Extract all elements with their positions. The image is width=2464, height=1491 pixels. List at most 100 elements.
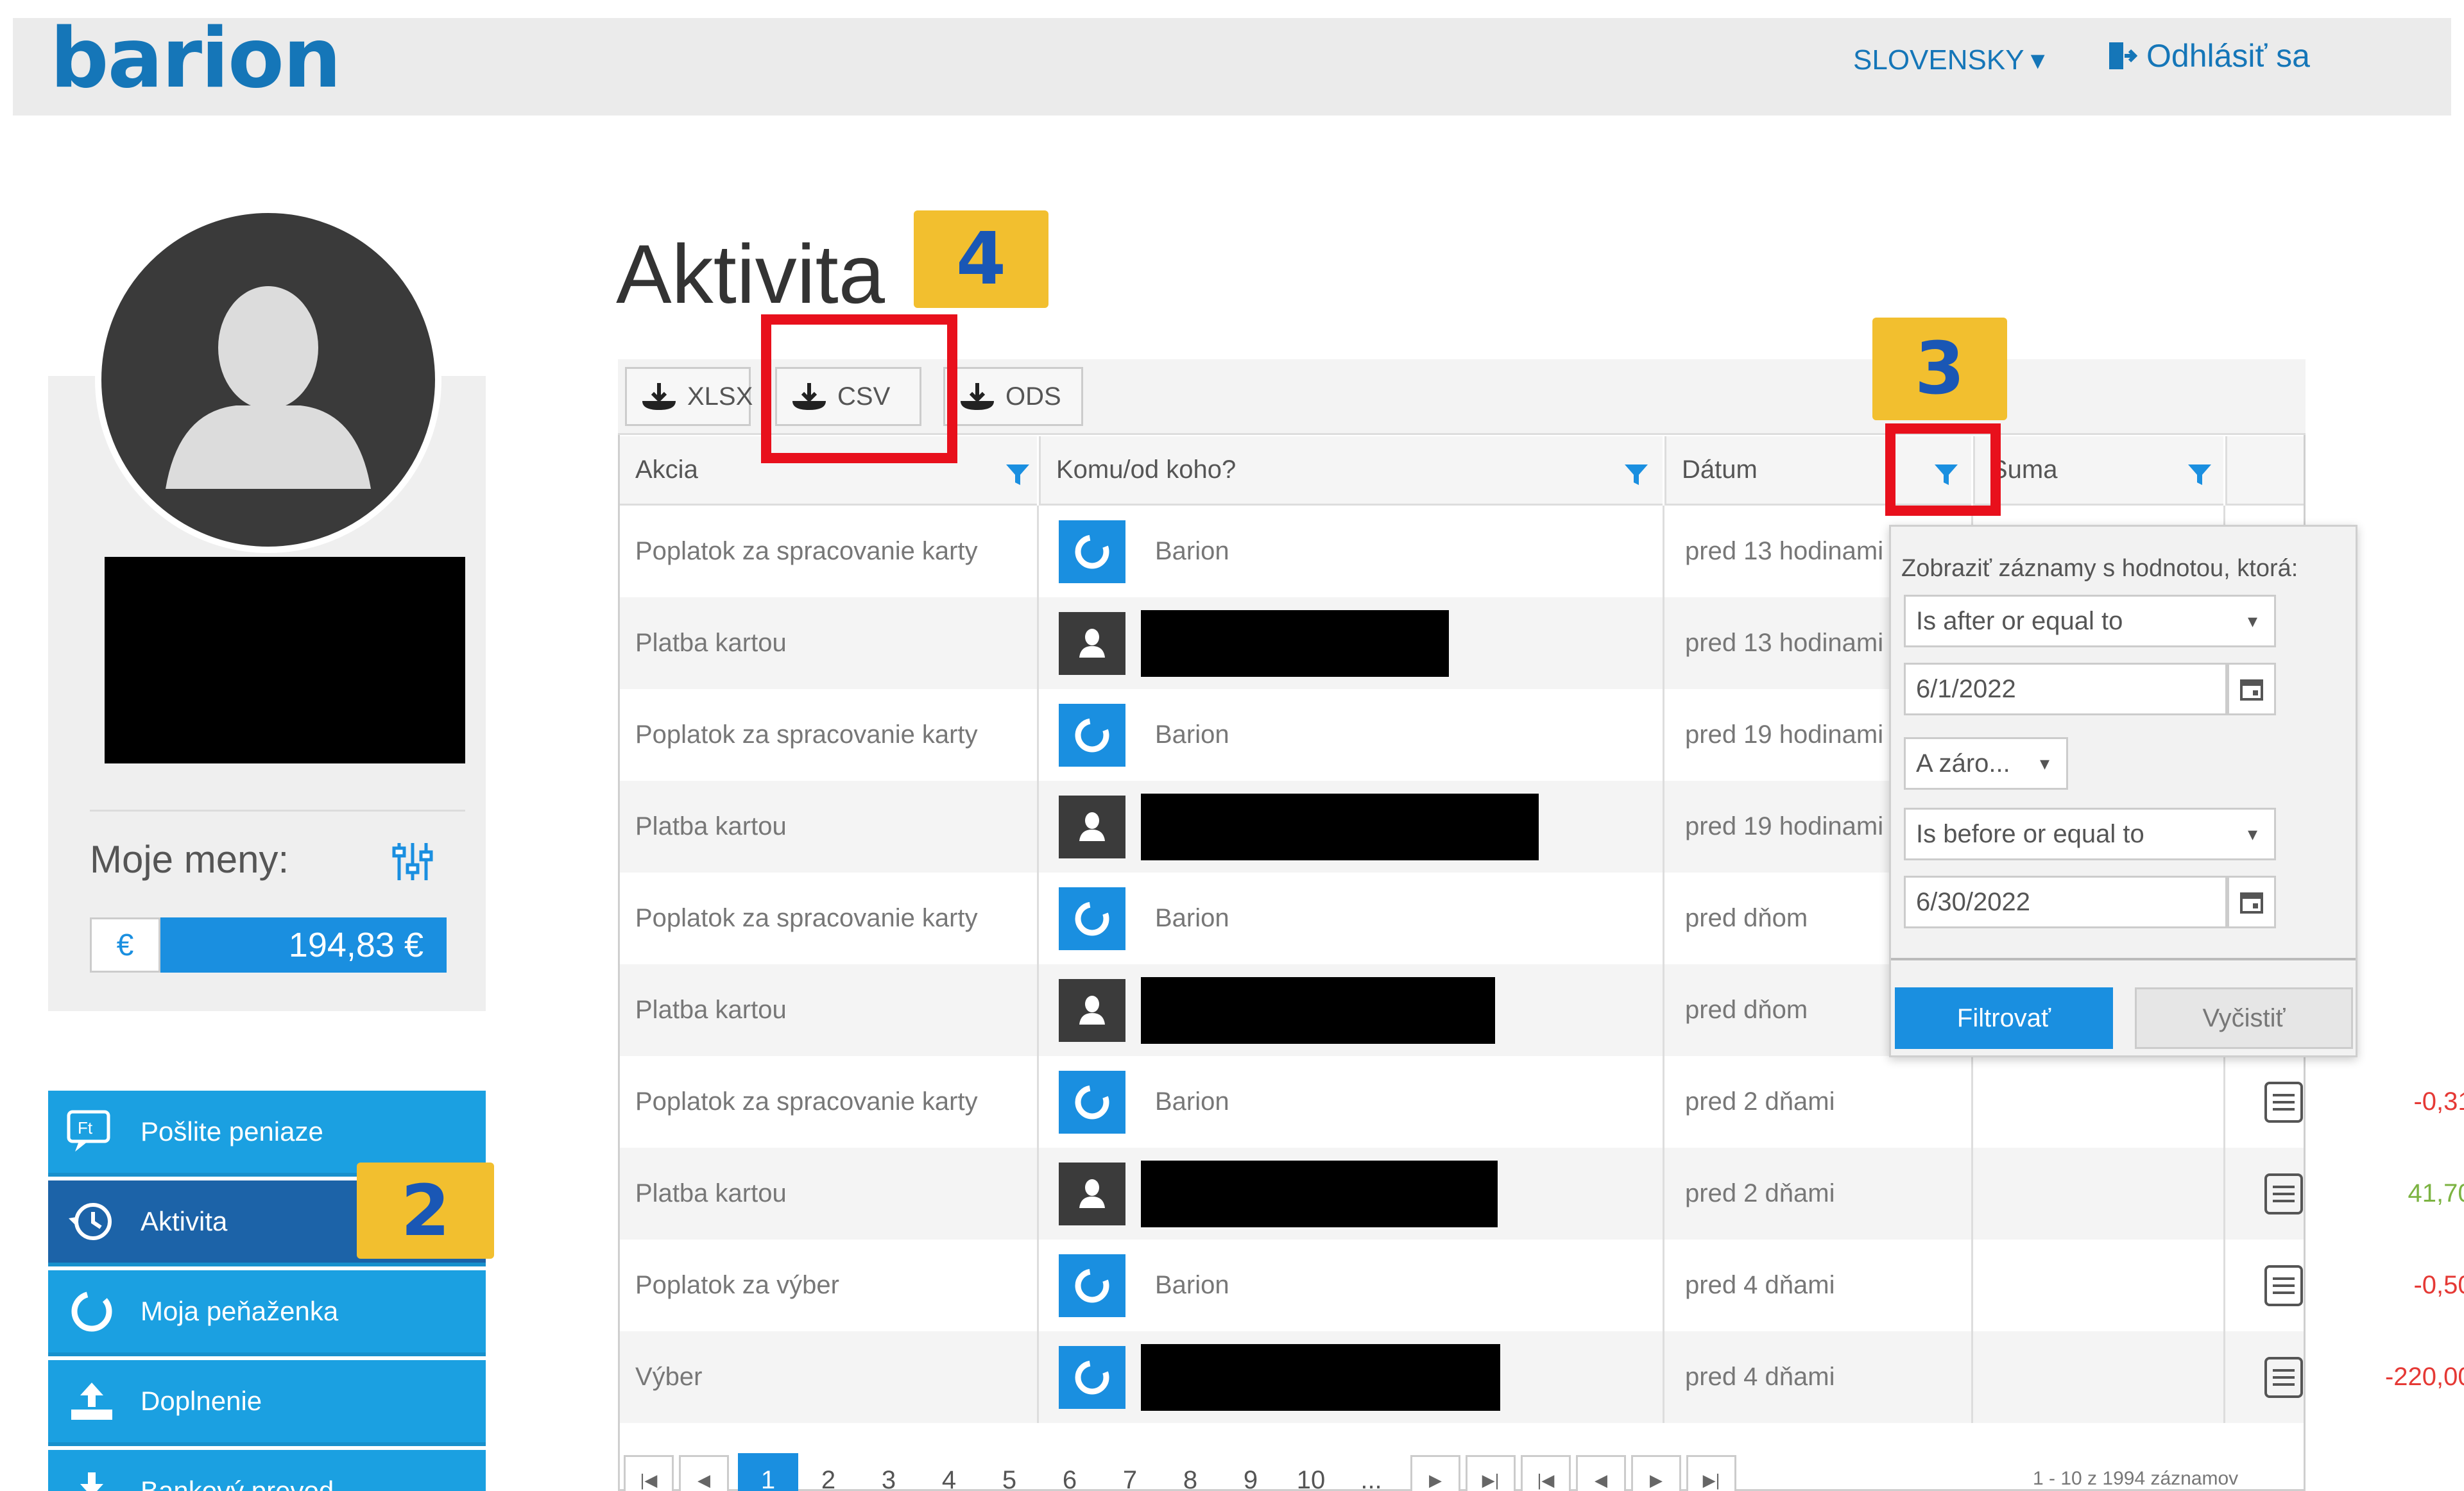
page-number[interactable]: 3 — [859, 1453, 919, 1491]
details-button[interactable] — [2242, 1331, 2325, 1423]
page-number[interactable]: 8 — [1160, 1453, 1220, 1491]
filter-operator-1-value: Is after or equal to — [1916, 606, 2123, 635]
sidebar-item-bank-transfer[interactable]: Bankový prevod — [48, 1450, 486, 1491]
chevron-down-icon: ▾ — [2247, 610, 2257, 632]
table-row[interactable]: Výber pred 4 dňami -220,00 € — [620, 1331, 2464, 1423]
page-number[interactable]: 9 — [1220, 1453, 1281, 1491]
date-label: pred dňom — [1685, 996, 1808, 1024]
action-label: Platba kartou — [635, 812, 787, 840]
filter-logic-select[interactable]: A záro... ▾ — [1904, 737, 2068, 790]
filter-icon[interactable] — [1005, 462, 1031, 488]
cell-counterparty: Barion — [1059, 873, 1229, 964]
date-label: pred 19 hodinami — [1685, 812, 1884, 840]
date-label: pred 2 dňami — [1685, 1087, 1835, 1116]
wallet-icon — [66, 1289, 117, 1334]
column-divider — [1663, 506, 1664, 1423]
barion-icon — [1059, 1254, 1125, 1317]
page-number[interactable]: 5 — [979, 1453, 1040, 1491]
chevron-down-icon: ▾ — [2030, 44, 2045, 76]
amount-label: 41,70 € — [2408, 1179, 2464, 1207]
user-icon — [1059, 1162, 1125, 1225]
filter-heading: Zobraziť záznamy s hodnotou, ktorá: — [1901, 555, 2298, 582]
redacted-counterparty — [1141, 1343, 1500, 1411]
details-button[interactable] — [2242, 1240, 2325, 1331]
first-page-button[interactable]: |◀ — [624, 1455, 674, 1491]
filter-operator-1[interactable]: Is after or equal to ▾ — [1904, 595, 2276, 647]
filter-icon[interactable] — [2187, 462, 2212, 488]
filter-value-2-input[interactable]: 6/30/2022 — [1904, 876, 2227, 928]
export-ods-button[interactable]: ODS — [943, 367, 1083, 426]
redacted-counterparty — [1141, 976, 1495, 1044]
cell-action: Poplatok za spracovanie karty — [635, 873, 978, 964]
prev-page-button[interactable]: ◀ — [1576, 1455, 1626, 1491]
first-page-button[interactable]: |◀ — [1521, 1455, 1571, 1491]
download-icon — [66, 1469, 117, 1491]
last-page-button[interactable]: ▶| — [1466, 1455, 1516, 1491]
document-icon — [2264, 1173, 2303, 1214]
date-label: pred 4 dňami — [1685, 1271, 1835, 1299]
filter-icon[interactable] — [1623, 462, 1649, 488]
page-number[interactable]: 6 — [1040, 1453, 1100, 1491]
step-badge-4: 4 — [914, 210, 1048, 308]
filter-operator-2-value: Is before or equal to — [1916, 819, 2144, 848]
barion-icon — [1059, 887, 1125, 950]
table-row[interactable]: Poplatok za spracovanie karty Barion pre… — [620, 1056, 2464, 1148]
export-xlsx-button[interactable]: XLSX — [625, 367, 753, 426]
counterparty-name: Barion — [1155, 904, 1229, 932]
counterparty-name: Barion — [1155, 720, 1229, 749]
barion-icon — [1059, 1345, 1125, 1409]
pager: |◀ ◀ 1 2 3 4 5 6 7 8 9 10... ▶ ▶| |◀ ◀ ▶ ▶| — [620, 1451, 1741, 1491]
cell-counterparty — [1059, 781, 1539, 873]
export-xlsx-label: XLSX — [687, 382, 753, 411]
sidebar-item-topup[interactable]: Doplnenie — [48, 1360, 486, 1446]
table-row[interactable]: Poplatok za výber Barion pred 4 dňami -0… — [620, 1240, 2464, 1331]
sidebar-item-wallet[interactable]: Moja peňaženka — [48, 1270, 486, 1356]
column-header-amount[interactable]: Suma — [1973, 436, 2223, 506]
currency-settings-icon[interactable] — [390, 839, 435, 884]
cell-action: Poplatok za spracovanie karty — [635, 1056, 978, 1148]
clear-filter-button[interactable]: Vyčistiť — [2135, 987, 2353, 1049]
sidebar-item-label: Moja peňaženka — [141, 1296, 339, 1326]
cell-date: pred dňom — [1685, 873, 1808, 964]
page-number[interactable]: ... — [1341, 1453, 1401, 1491]
next-page-button[interactable]: ▶ — [1631, 1455, 1681, 1491]
apply-filter-button[interactable]: Filtrovať — [1895, 987, 2113, 1049]
cell-action: Poplatok za spracovanie karty — [635, 506, 978, 597]
sidebar-item-label: Aktivita — [141, 1206, 228, 1236]
filter-operator-2[interactable]: Is before or equal to ▾ — [1904, 808, 2276, 860]
amount-label: -0,50 € — [2413, 1271, 2464, 1299]
language-selector[interactable]: SLOVENSKY ▾ — [1853, 44, 2045, 76]
action-label: Platba kartou — [635, 629, 787, 657]
logout-link[interactable]: Odhlásiť sa — [2108, 37, 2310, 74]
column-header-label: Dátum — [1682, 456, 1758, 484]
logout-label: Odhlásiť sa — [2146, 38, 2310, 74]
next-page-button[interactable]: ▶ — [1410, 1455, 1460, 1491]
page-number[interactable]: 4 — [919, 1453, 979, 1491]
redacted-counterparty — [1141, 793, 1539, 860]
barion-logo[interactable]: barion — [50, 14, 341, 104]
details-button[interactable] — [2242, 1056, 2325, 1148]
cell-action: Platba kartou — [635, 964, 787, 1056]
last-page-button[interactable]: ▶| — [1686, 1455, 1736, 1491]
calendar-icon[interactable] — [2227, 663, 2276, 715]
page-number[interactable]: 1 — [738, 1453, 798, 1491]
date-label: pred 2 dňami — [1685, 1179, 1835, 1207]
cell-action: Platba kartou — [635, 781, 787, 873]
prev-page-button[interactable]: ◀ — [679, 1455, 729, 1491]
logout-icon — [2108, 40, 2137, 72]
action-label: Poplatok za spracovanie karty — [635, 904, 978, 932]
table-row[interactable]: Platba kartou pred 2 dňami 41,70 € — [620, 1148, 2464, 1240]
page-number[interactable]: 2 — [798, 1453, 859, 1491]
column-header-label: Akcia — [635, 456, 698, 484]
page-number[interactable]: 10 — [1281, 1453, 1341, 1491]
column-header-counterparty[interactable]: Komu/od koho? — [1039, 436, 1663, 506]
balance-bar[interactable]: 194,83 € — [160, 917, 447, 973]
details-button[interactable] — [2242, 1148, 2325, 1240]
avatar — [95, 207, 441, 553]
page-number[interactable]: 7 — [1100, 1453, 1160, 1491]
calendar-icon[interactable] — [2227, 876, 2276, 928]
pager-summary: 1 - 10 z 1994 záznamov — [2033, 1468, 2239, 1489]
filter-value-1-input[interactable]: 6/1/2022 — [1904, 663, 2227, 715]
column-header-label: Komu/od koho? — [1056, 456, 1236, 484]
cell-counterparty: Barion — [1059, 689, 1229, 781]
